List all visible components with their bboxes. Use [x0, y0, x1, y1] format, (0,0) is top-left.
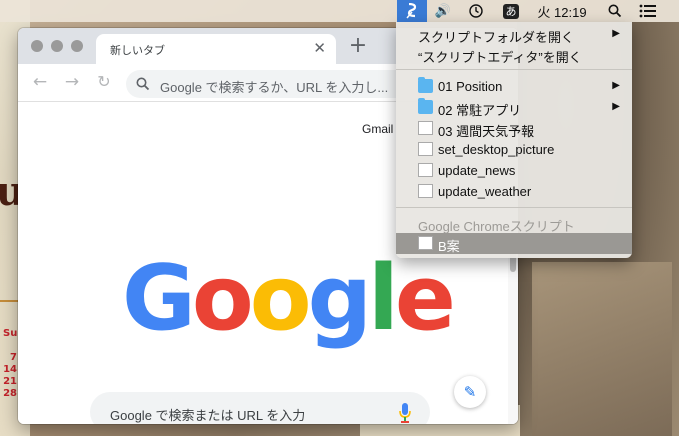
minimize-window-button[interactable]: [51, 40, 63, 52]
menu-section-header: Google Chromeスクリプト: [418, 219, 575, 234]
customize-edit-button[interactable]: ✎: [454, 376, 486, 408]
script-file-icon: [418, 142, 433, 156]
wallpaper-calendar: Su 7 14 21 28: [3, 328, 17, 400]
pencil-icon: ✎: [463, 383, 477, 401]
search-icon: [136, 77, 150, 91]
script-icon: [406, 3, 417, 19]
calendar-cell: 28: [3, 388, 17, 399]
menu-item-script[interactable]: set_desktop_picture: [396, 139, 632, 160]
close-window-button[interactable]: [31, 40, 43, 52]
spotlight-search-icon[interactable]: [604, 0, 626, 22]
logo-letter: o: [191, 246, 254, 351]
menu-separator: [396, 207, 632, 208]
submenu-arrow-icon: ▶: [612, 28, 620, 39]
clock-arrow-icon: [469, 4, 483, 18]
close-icon[interactable]: ✕: [313, 39, 326, 57]
calendar-cell: 7: [10, 352, 17, 363]
calendar-cell: 21: [3, 376, 17, 387]
menu-item-b-plan[interactable]: B案: [396, 233, 632, 254]
calendar-cell: 14: [3, 364, 17, 375]
menu-item-script[interactable]: 03 週間天気予報: [396, 118, 632, 139]
calendar-cell: Su: [3, 328, 18, 339]
back-icon[interactable]: ←: [30, 72, 50, 92]
wallpaper-paper: [532, 262, 672, 436]
omnibox-placeholder: Google で検索するか、URL を入力し...: [160, 80, 389, 95]
script-menu-extra[interactable]: [397, 0, 427, 22]
folder-icon: [418, 98, 433, 114]
forward-icon[interactable]: →: [62, 72, 82, 92]
logo-letter: e: [394, 246, 456, 351]
submenu-arrow-icon: ▶: [612, 101, 620, 112]
menu-item-open-script-folder[interactable]: スクリプトフォルダを開く ▶: [396, 24, 632, 45]
reload-icon[interactable]: ↻: [94, 72, 114, 92]
logo-letter: o: [249, 246, 312, 351]
script-file-icon: [418, 184, 433, 198]
zoom-window-button[interactable]: [71, 40, 83, 52]
input-method-menu[interactable]: あ: [500, 0, 522, 22]
logo-letter: g: [307, 246, 372, 351]
logo-letter: G: [122, 246, 196, 351]
search-placeholder: Google で検索または URL を入力: [110, 408, 306, 423]
script-menu: スクリプトフォルダを開く ▶ “スクリプトエディタ”を開く 01 Positio…: [396, 22, 632, 258]
input-method-label: あ: [503, 3, 519, 19]
folder-icon: [418, 77, 433, 93]
menu-item-open-script-editor[interactable]: “スクリプトエディタ”を開く: [396, 44, 632, 65]
time-machine-icon[interactable]: [464, 0, 488, 22]
script-file-icon: [418, 163, 433, 177]
new-tab-button[interactable]: +: [346, 35, 370, 57]
google-logo: Google: [122, 246, 456, 351]
logo-letter: l: [368, 246, 399, 351]
tab-new-tab[interactable]: 新しいタブ ✕: [96, 34, 336, 64]
gmail-link[interactable]: Gmail: [362, 122, 393, 136]
script-file-icon: [418, 121, 433, 135]
submenu-arrow-icon: ▶: [612, 80, 620, 91]
script-file-icon: [418, 236, 433, 250]
tab-title: 新しいタブ: [110, 44, 165, 57]
notification-center-icon[interactable]: [636, 0, 660, 22]
menu-bar: 🔊 あ 火 12:19: [0, 0, 679, 22]
menu-item-script[interactable]: update_weather: [396, 181, 632, 202]
menu-item-folder[interactable]: 01 Position ▶: [396, 76, 632, 97]
volume-icon[interactable]: 🔊: [430, 0, 456, 22]
menu-bar-clock[interactable]: 火 12:19: [532, 0, 592, 22]
microphone-icon[interactable]: [398, 402, 412, 424]
google-search-box[interactable]: Google で検索または URL を入力: [90, 392, 430, 424]
menu-item-script[interactable]: update_news: [396, 160, 632, 181]
menu-separator: [396, 69, 632, 70]
menu-item-folder[interactable]: 02 常駐アプリ ▶: [396, 97, 632, 118]
